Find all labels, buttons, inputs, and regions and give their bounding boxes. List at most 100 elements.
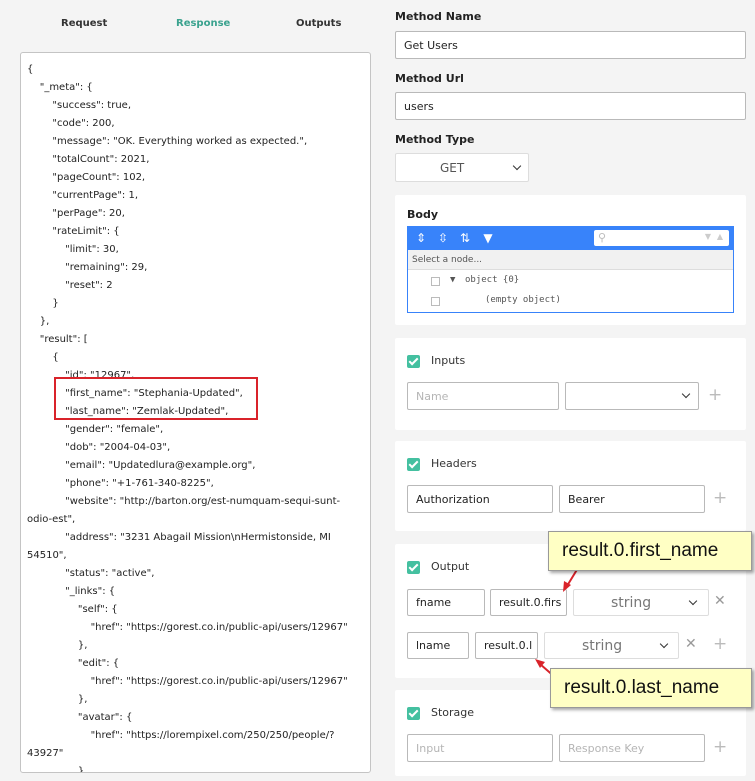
search-icon: ⚲	[598, 231, 607, 244]
tree-root-node: object {0}	[465, 275, 520, 285]
method-url-input[interactable]: users	[395, 92, 746, 120]
json-line: },	[27, 694, 88, 705]
storage-key-field[interactable]: Response Key	[559, 734, 705, 762]
chevron-down-icon	[512, 161, 522, 171]
output-type-value: string	[611, 594, 652, 611]
json-line: {	[27, 352, 59, 363]
json-line: "href": "https://lorempixel.com/250/250/…	[27, 730, 335, 741]
chevron-down-icon	[688, 596, 698, 606]
json-line: "self": {	[27, 604, 118, 615]
body-editor-toolbar: ⇕ ⇳ ⇅ ▼ ⚲ ▼ ▲	[408, 227, 733, 250]
json-line: "edit": {	[27, 658, 120, 669]
tree-empty-node: (empty object)	[485, 295, 561, 305]
json-line: odio-est",	[27, 514, 76, 525]
json-line: "message": "OK. Everything worked as exp…	[27, 136, 308, 147]
json-line: "phone": "+1-761-340-8225",	[27, 478, 214, 489]
tab-response[interactable]: Response	[176, 18, 230, 29]
headers-card: Headers Authorization Bearer +	[395, 441, 746, 531]
json-line: }	[27, 766, 85, 773]
json-line: "website": "http://barton.org/est-numqua…	[27, 496, 341, 507]
header-key-input[interactable]: Authorization	[407, 485, 553, 513]
json-line: },	[27, 316, 50, 327]
body-search-input[interactable]: ⚲ ▼ ▲	[594, 230, 729, 246]
output-name-input[interactable]: lname	[407, 632, 469, 659]
inputs-checkbox[interactable]	[407, 355, 420, 368]
remove-output-button[interactable]: ✕	[714, 594, 726, 608]
remove-output-button[interactable]: ✕	[685, 637, 697, 651]
storage-title: Storage	[431, 706, 475, 719]
add-input-button[interactable]: +	[708, 387, 722, 404]
sort-icon[interactable]: ⇅	[458, 231, 472, 245]
json-line: "_links": {	[27, 586, 116, 597]
body-label: Body	[407, 208, 438, 221]
input-type-select[interactable]	[565, 382, 699, 410]
tab-outputs[interactable]: Outputs	[296, 18, 341, 29]
headers-checkbox[interactable]	[407, 458, 420, 471]
add-storage-button[interactable]: +	[713, 739, 727, 756]
tree-expand-icon[interactable]: ▼	[450, 275, 455, 285]
storage-checkbox[interactable]	[407, 707, 420, 720]
method-url-label: Method Url	[395, 72, 464, 85]
json-line: "email": "Updatedlura@example.org",	[27, 460, 256, 471]
input-name-field[interactable]: Name	[407, 382, 559, 410]
headers-title: Headers	[431, 457, 477, 470]
storage-input-field[interactable]: Input	[407, 734, 553, 762]
output-type-select[interactable]: string	[544, 632, 679, 659]
json-line: 54510",	[27, 550, 67, 561]
search-previous-icon[interactable]: ▲	[717, 232, 723, 241]
json-line: "address": "3231 Abagail Mission\nHermis…	[27, 532, 331, 543]
json-line: "totalCount": 2021,	[27, 154, 150, 165]
json-line: "_meta": {	[27, 82, 93, 93]
tree-checkbox[interactable]	[431, 297, 440, 306]
name-fields-highlight	[54, 377, 258, 420]
inputs-title: Inputs	[431, 354, 466, 367]
method-name-input[interactable]: Get Users	[395, 31, 746, 59]
expand-all-icon[interactable]: ⇕	[414, 231, 428, 245]
json-line: "status": "active",	[27, 568, 155, 579]
add-output-button[interactable]: +	[713, 636, 727, 653]
json-line: "href": "https://gorest.co.in/public-api…	[27, 676, 348, 687]
json-line: "gender": "female",	[27, 424, 164, 435]
json-line: "pageCount": 102,	[27, 172, 146, 183]
callout-last-name: result.0.last_name	[550, 668, 752, 708]
node-selector[interactable]: Select a node...	[408, 250, 733, 270]
output-name-input[interactable]: fname	[407, 589, 485, 616]
callout-first-name: result.0.first_name	[548, 531, 752, 571]
output-path-input[interactable]: result.0.firs	[490, 589, 567, 616]
json-line: "code": 200,	[27, 118, 115, 129]
json-line: 43927"	[27, 748, 64, 759]
json-line: "rateLimit": {	[27, 226, 120, 237]
chevron-down-icon	[681, 389, 691, 399]
inputs-card: Inputs Name +	[395, 338, 746, 430]
json-line: "limit": 30,	[27, 244, 119, 255]
output-title: Output	[431, 560, 470, 573]
filter-icon[interactable]: ▼	[481, 231, 495, 245]
output-type-value: string	[582, 637, 623, 654]
json-line: "dob": "2004-04-03",	[27, 442, 171, 453]
json-line: }	[27, 298, 59, 309]
json-line: },	[27, 640, 88, 651]
header-value-input[interactable]: Bearer	[559, 485, 705, 513]
output-path-input[interactable]: result.0.l	[475, 632, 538, 659]
json-line: "avatar": {	[27, 712, 133, 723]
body-json-editor[interactable]: ⇕ ⇳ ⇅ ▼ ⚲ ▼ ▲ Select a node... ▼ object …	[407, 226, 734, 313]
collapse-all-icon[interactable]: ⇳	[436, 231, 450, 245]
json-line: "currentPage": 1,	[27, 190, 139, 201]
chevron-down-icon	[659, 639, 669, 649]
output-checkbox[interactable]	[407, 561, 420, 574]
json-line: "remaining": 29,	[27, 262, 148, 273]
tab-request[interactable]: Request	[61, 18, 107, 29]
add-header-button[interactable]: +	[713, 490, 727, 507]
method-type-select[interactable]: GET	[395, 153, 529, 182]
json-line: "reset": 2	[27, 280, 113, 291]
response-pane: Request Response Outputs { "_meta": { "s…	[0, 0, 383, 781]
json-line: "result": [	[27, 334, 88, 345]
search-next-icon[interactable]: ▼	[705, 232, 711, 241]
tree-checkbox[interactable]	[431, 277, 440, 286]
method-config-pane: Method Name Get Users Method Url users M…	[383, 0, 755, 781]
json-line: {	[27, 64, 34, 75]
output-type-select[interactable]: string	[573, 589, 709, 616]
method-type-label: Method Type	[395, 133, 475, 146]
json-line: "success": true,	[27, 100, 131, 111]
json-line: "perPage": 20,	[27, 208, 125, 219]
